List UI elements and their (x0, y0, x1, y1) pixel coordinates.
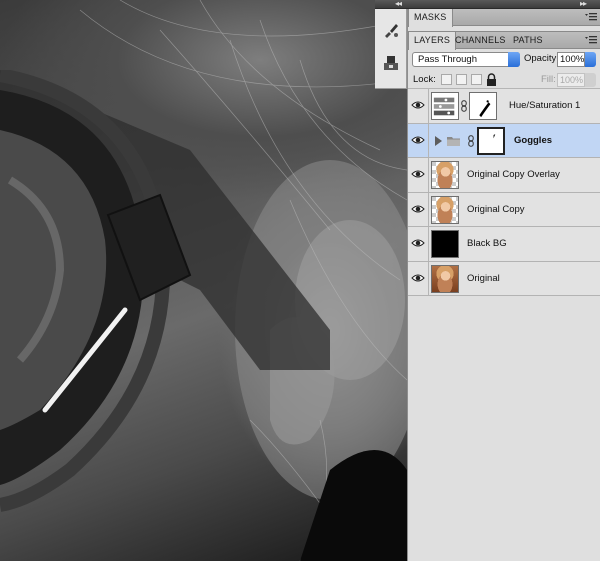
layers-panel-menu-icon[interactable] (585, 35, 597, 45)
mask-shape (493, 133, 496, 138)
clone-source-icon[interactable] (381, 53, 401, 73)
layer-row-black-bg[interactable]: Black BG (408, 227, 600, 262)
layer-name: Hue/Saturation 1 (509, 100, 581, 111)
opacity-input[interactable]: 100% (557, 52, 585, 67)
layer-row-goggles[interactable]: Goggles (408, 123, 600, 158)
tab-channels[interactable]: CHANNELS (450, 32, 511, 49)
mask-link-icon[interactable] (461, 100, 467, 112)
fill-dropdown-icon[interactable] (585, 73, 596, 87)
layer-name: Original Copy (467, 203, 525, 215)
lock-fill-row: Lock: Fill: 100% (408, 71, 600, 89)
blend-mode-arrows-icon[interactable] (508, 52, 520, 67)
expand-group-triangle-icon[interactable] (435, 135, 442, 146)
visibility-eye-icon[interactable] (411, 99, 425, 111)
brush-presets-icon[interactable] (381, 21, 401, 41)
blend-mode-select[interactable]: Pass Through (412, 52, 520, 67)
layer-name: Black BG (467, 238, 507, 249)
tab-masks[interactable]: MASKS (408, 9, 453, 27)
lock-position-icon[interactable] (471, 74, 482, 85)
tab-paths[interactable]: PATHS (508, 32, 548, 49)
dock-header-strip: ◂◂ ▸▸ (375, 0, 600, 9)
blend-opacity-row: Pass Through Opacity: 100% (408, 49, 600, 71)
layer-thumbnail (431, 195, 459, 224)
layer-row-original-copy[interactable]: Original Copy (408, 192, 600, 227)
layer-name: Original (467, 272, 500, 284)
lock-all-icon[interactable] (486, 73, 497, 86)
fill-input[interactable]: 100% (557, 73, 585, 87)
visibility-eye-icon[interactable] (411, 203, 425, 215)
panels-dock: MASKS LAYERS CHANNELS PATHS Pass Through… (407, 9, 600, 561)
collapsed-panel-icons (375, 9, 407, 89)
layer-row-original[interactable]: Original (408, 261, 600, 296)
lock-image-pixels-icon[interactable] (456, 74, 467, 85)
layer-mask-thumbnail[interactable] (469, 92, 497, 120)
visibility-eye-icon[interactable] (411, 134, 425, 146)
masks-panel-tabbar: MASKS (408, 9, 600, 27)
mask-link-icon[interactable] (468, 134, 474, 147)
hue-saturation-icon (433, 97, 455, 116)
mask-shape (479, 100, 491, 118)
document-canvas[interactable] (0, 0, 407, 561)
blend-mode-value: Pass Through (418, 54, 477, 65)
layers-list: Hue/Saturation 1 Goggles Original Copy O… (408, 89, 600, 296)
layer-row-hue-saturation[interactable]: Hue/Saturation 1 (408, 89, 600, 124)
collapse-dock-icon[interactable]: ◂◂ (395, 0, 402, 8)
layer-thumbnail (431, 161, 459, 189)
layer-name: Original Copy Overlay (467, 169, 560, 180)
fill-label: Fill: (541, 74, 556, 85)
layer-thumbnail (431, 230, 459, 258)
tab-layers[interactable]: LAYERS (408, 32, 457, 50)
layer-row-original-copy-overlay[interactable]: Original Copy Overlay (408, 158, 600, 193)
layer-thumbnail (431, 264, 459, 293)
layer-name: Goggles (514, 134, 553, 146)
visibility-eye-icon[interactable] (411, 168, 425, 180)
goggles-image (0, 70, 330, 512)
layers-panel-tabbar: LAYERS CHANNELS PATHS (408, 32, 600, 50)
lock-transparency-icon[interactable] (441, 74, 452, 85)
visibility-eye-icon[interactable] (411, 272, 425, 284)
visibility-eye-icon[interactable] (411, 237, 425, 249)
expand-dock-icon[interactable]: ▸▸ (580, 0, 587, 8)
masks-panel-menu-icon[interactable] (585, 12, 597, 22)
opacity-dropdown-icon[interactable] (585, 52, 596, 67)
adjustment-layer-thumbnail (431, 92, 459, 120)
lock-label: Lock: (413, 74, 436, 85)
group-folder-icon (447, 136, 460, 146)
group-mask-thumbnail[interactable] (477, 126, 505, 155)
opacity-label: Opacity: (524, 53, 559, 64)
